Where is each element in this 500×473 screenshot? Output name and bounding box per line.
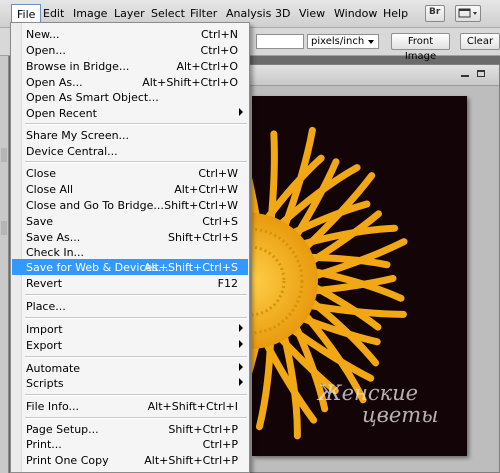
crochet-petal	[267, 130, 278, 229]
launch-bridge-button[interactable]: Br	[425, 5, 445, 22]
crochet-petal	[252, 337, 261, 375]
menu-item-open-recent[interactable]: Open Recent	[12, 105, 248, 121]
menu-item-automate[interactable]: Automate	[12, 360, 248, 376]
submenu-arrow-icon	[239, 363, 243, 371]
watermark-line-2: цветы	[362, 403, 439, 427]
submenu-arrow-icon	[239, 108, 243, 116]
menu-view[interactable]: View	[299, 7, 325, 20]
submenu-arrow-icon	[239, 324, 243, 332]
menu-separator	[25, 123, 247, 125]
menu-item-import[interactable]: Import	[12, 321, 248, 337]
front-image-button[interactable]: Front Image	[391, 33, 450, 62]
menu-item-check-in[interactable]: Check In...	[12, 244, 248, 260]
minimize-icon[interactable]	[461, 75, 469, 77]
crochet-petal	[252, 177, 261, 225]
crochet-petal	[301, 301, 407, 318]
canvas-area: Женские цветы	[250, 86, 499, 472]
menu-select[interactable]: Select	[151, 7, 185, 20]
tool-button[interactable]	[1, 148, 7, 162]
image-canvas[interactable]: Женские цветы	[252, 96, 467, 456]
menu-item-page-setup[interactable]: Page Setup... Shift+Ctrl+P	[12, 421, 248, 437]
menu-filter[interactable]: Filter	[190, 7, 217, 20]
menu-item-print[interactable]: Print... Ctrl+P	[12, 436, 248, 452]
menu-item-save[interactable]: Save Ctrl+S	[12, 213, 248, 229]
menu-item-close-and-go-to-bridge[interactable]: Close and Go To Bridge... Shift+Ctrl+W	[12, 197, 248, 213]
tools-panel-edge	[0, 56, 9, 473]
menu-item-save-as[interactable]: Save As... Shift+Ctrl+S	[12, 229, 248, 245]
resolution-unit-value: pixels/inch	[311, 36, 365, 47]
watermark: Женские цветы	[318, 382, 468, 426]
menu-item-close-all[interactable]: Close All Alt+Ctrl+W	[12, 181, 248, 197]
menu-layer[interactable]: Layer	[114, 7, 145, 20]
menu-item-open[interactable]: Open... Ctrl+O	[12, 42, 248, 58]
menu-item-open-as-smart-object[interactable]: Open As Smart Object...	[12, 89, 248, 105]
resolution-input[interactable]	[256, 34, 304, 49]
menu-item-save-for-web[interactable]: Save for Web & Devices... Alt+Shift+Ctrl+…	[12, 259, 248, 275]
screen-mode-button[interactable]	[455, 5, 481, 22]
menu-3d[interactable]: 3D	[275, 7, 290, 20]
menu-item-browse-in-bridge[interactable]: Browse in Bridge... Alt+Ctrl+O	[12, 58, 248, 74]
submenu-arrow-icon	[239, 378, 243, 386]
menu-item-open-as[interactable]: Open As... Alt+Shift+Ctrl+O	[12, 74, 248, 90]
menu-help[interactable]: Help	[383, 7, 408, 20]
menu-separator	[25, 356, 247, 358]
menu-separator	[25, 317, 247, 319]
menu-separator	[25, 417, 247, 419]
submenu-arrow-icon	[239, 340, 243, 348]
menu-item-file-info[interactable]: File Info... Alt+Shift+Ctrl+I	[12, 398, 248, 414]
menu-item-export[interactable]: Export	[12, 337, 248, 353]
bridge-icon: Br	[429, 7, 441, 17]
document-title-bar[interactable]	[250, 65, 499, 86]
menu-item-close[interactable]: Close Ctrl+W	[12, 165, 248, 181]
menu-window[interactable]: Window	[334, 7, 377, 20]
menu-item-place[interactable]: Place...	[12, 298, 248, 314]
menu-edit[interactable]: Edit	[43, 7, 64, 20]
chevron-down-icon	[368, 40, 374, 44]
menu-item-revert[interactable]: Revert F12	[12, 275, 248, 291]
watermark-line-1: Женские	[318, 381, 419, 405]
file-menu-dropdown: New... Ctrl+N Open... Ctrl+O Browse in Bri…	[10, 22, 250, 473]
menu-item-scripts[interactable]: Scripts	[12, 375, 248, 391]
menu-item-device-central[interactable]: Device Central...	[12, 143, 248, 159]
menu-separator	[25, 394, 247, 396]
resolution-unit-select[interactable]: pixels/inch	[307, 34, 379, 49]
menu-image[interactable]: Image	[73, 7, 107, 20]
menu-analysis[interactable]: Analysis	[226, 7, 271, 20]
menu-separator	[25, 161, 247, 163]
tool-button[interactable]	[1, 221, 7, 235]
menu-item-new[interactable]: New... Ctrl+N	[12, 26, 248, 42]
menu-item-print-one-copy[interactable]: Print One Copy Alt+Shift+Ctrl+P	[12, 452, 248, 468]
document-window: Женские цветы	[249, 64, 500, 473]
menu-item-share-my-screen[interactable]: Share My Screen...	[12, 127, 248, 143]
clear-button[interactable]: Clear	[460, 33, 500, 50]
maximize-icon[interactable]	[477, 70, 485, 77]
menu-separator	[25, 294, 247, 296]
screen-mode-icon	[458, 8, 477, 18]
